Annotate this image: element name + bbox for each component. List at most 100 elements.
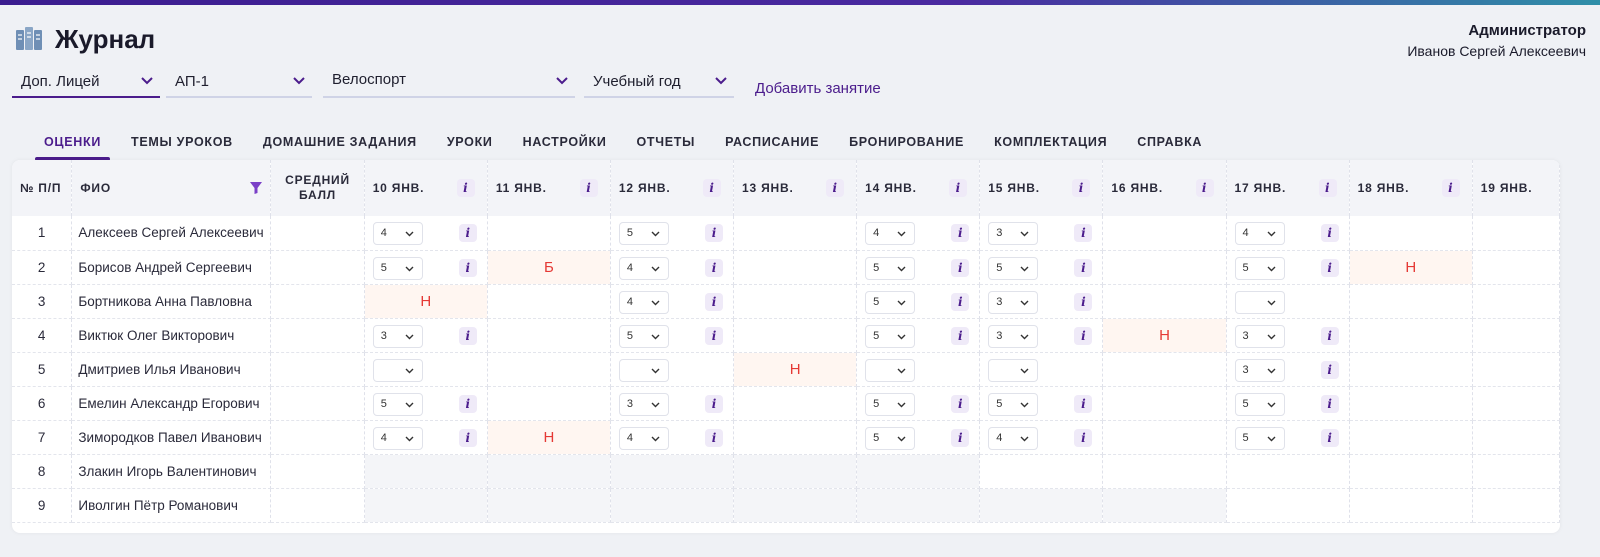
empty-cell[interactable] — [1349, 454, 1473, 489]
grade-select[interactable]: 4 — [372, 222, 423, 245]
absence-cell[interactable]: Н — [1102, 318, 1227, 353]
filter-icon[interactable] — [250, 182, 263, 194]
empty-cell[interactable] — [1349, 386, 1473, 421]
tab-0[interactable]: ОЦЕНКИ — [35, 132, 111, 161]
grade-select[interactable]: 4 — [618, 426, 669, 450]
grade-select[interactable] — [618, 358, 669, 382]
grade-select[interactable]: 5 — [865, 426, 916, 450]
info-icon[interactable]: i — [949, 179, 968, 197]
absence-cell[interactable]: Н — [487, 420, 611, 455]
empty-cell[interactable] — [1226, 488, 1350, 523]
grade-select[interactable]: 4 — [1234, 222, 1285, 245]
grade-cell[interactable]: 5i — [856, 420, 981, 455]
grade-select[interactable]: 5 — [618, 324, 669, 348]
info-icon[interactable]: i — [1074, 394, 1093, 413]
grade-cell[interactable]: 4i — [364, 420, 488, 455]
info-icon[interactable]: i — [951, 224, 970, 242]
info-icon[interactable]: i — [1074, 292, 1093, 311]
tab-4[interactable]: НАСТРОЙКИ — [514, 132, 616, 160]
grade-select[interactable]: 3 — [372, 324, 423, 348]
student-name[interactable]: Виктюк Олег Викторович — [71, 318, 272, 353]
empty-cell[interactable] — [1472, 352, 1560, 387]
grade-cell[interactable]: 3i — [979, 216, 1104, 251]
empty-cell[interactable] — [1102, 216, 1227, 251]
info-icon[interactable]: i — [458, 394, 477, 413]
info-icon[interactable]: i — [826, 179, 845, 197]
empty-cell[interactable] — [1349, 352, 1473, 387]
grade-select[interactable]: 4 — [618, 290, 669, 314]
grade-select[interactable]: 5 — [1234, 392, 1285, 416]
grade-select[interactable]: 4 — [618, 256, 669, 280]
grade-cell[interactable]: 5i — [856, 386, 981, 421]
tab-3[interactable]: УРОКИ — [438, 132, 502, 160]
student-name[interactable]: Борисов Андрей Сергеевич — [71, 250, 272, 285]
school-select[interactable]: Доп. Лицей — [12, 66, 160, 98]
info-icon[interactable]: i — [951, 258, 970, 277]
info-icon[interactable]: i — [951, 394, 970, 413]
student-name[interactable]: Злакин Игорь Валентинович — [71, 454, 272, 489]
grade-select[interactable]: 3 — [988, 324, 1039, 348]
student-name[interactable]: Емелин Александр Егорович — [71, 386, 272, 421]
empty-cell[interactable] — [1102, 420, 1227, 455]
empty-cell[interactable] — [1102, 454, 1227, 489]
empty-cell[interactable] — [1472, 284, 1560, 319]
grade-select[interactable]: 5 — [865, 324, 916, 348]
grade-cell[interactable]: 5i — [364, 250, 488, 285]
grade-cell[interactable]: 4i — [610, 284, 735, 319]
empty-cell[interactable] — [1349, 420, 1473, 455]
grade-cell[interactable]: 5i — [364, 386, 488, 421]
empty-cell[interactable] — [1102, 250, 1227, 285]
grade-cell[interactable]: 3i — [979, 284, 1104, 319]
empty-cell[interactable] — [487, 352, 611, 387]
grade-select[interactable] — [988, 358, 1039, 382]
grade-cell[interactable]: 4i — [610, 420, 735, 455]
year-select[interactable]: Учебный год — [584, 66, 734, 98]
empty-cell[interactable] — [1472, 488, 1560, 523]
grade-select[interactable]: 5 — [372, 392, 423, 416]
student-name[interactable]: Бортникова Анна Павловна — [71, 284, 272, 319]
info-icon[interactable]: i — [705, 326, 724, 345]
tab-1[interactable]: ТЕМЫ УРОКОВ — [122, 132, 242, 160]
info-icon[interactable]: i — [1441, 179, 1460, 197]
student-name[interactable]: Алексеев Сергей Алексеевич — [71, 216, 272, 251]
info-icon[interactable]: i — [458, 326, 477, 345]
grade-cell[interactable]: 5i — [610, 216, 735, 251]
empty-cell[interactable] — [1349, 284, 1473, 319]
info-icon[interactable]: i — [458, 258, 477, 277]
grade-cell[interactable] — [856, 352, 981, 387]
grade-cell[interactable] — [364, 352, 488, 387]
user-name[interactable]: Иванов Сергей Алексеевич — [1407, 43, 1586, 59]
grade-cell[interactable]: 5i — [1226, 250, 1350, 285]
absence-cell[interactable]: Б — [487, 250, 611, 285]
grade-select[interactable] — [865, 358, 916, 382]
grade-select[interactable]: 4 — [865, 222, 916, 245]
info-icon[interactable]: i — [1320, 360, 1339, 379]
grade-cell[interactable] — [979, 352, 1104, 387]
grade-cell[interactable]: 3i — [610, 386, 735, 421]
info-icon[interactable]: i — [1072, 179, 1091, 197]
info-icon[interactable]: i — [1074, 224, 1093, 242]
grade-select[interactable] — [1234, 290, 1285, 314]
info-icon[interactable]: i — [1074, 258, 1093, 277]
empty-cell[interactable] — [1102, 352, 1227, 387]
info-icon[interactable]: i — [456, 179, 475, 197]
empty-cell[interactable] — [1472, 250, 1560, 285]
empty-cell[interactable] — [1349, 216, 1473, 251]
grade-select[interactable]: 5 — [988, 256, 1039, 280]
info-icon[interactable]: i — [951, 428, 970, 447]
grade-select[interactable]: 4 — [372, 426, 423, 450]
empty-cell[interactable] — [733, 284, 858, 319]
empty-cell[interactable] — [733, 250, 858, 285]
grade-cell[interactable]: 5i — [979, 386, 1104, 421]
empty-cell[interactable] — [1102, 284, 1227, 319]
info-icon[interactable]: i — [1074, 428, 1093, 447]
empty-cell[interactable] — [733, 386, 858, 421]
tab-9[interactable]: СПРАВКА — [1128, 132, 1211, 160]
info-icon[interactable]: i — [705, 394, 724, 413]
empty-cell[interactable] — [487, 386, 611, 421]
empty-cell[interactable] — [487, 284, 611, 319]
info-icon[interactable]: i — [1320, 224, 1339, 242]
grade-cell[interactable]: 3i — [364, 318, 488, 353]
grade-cell[interactable]: 5i — [1226, 420, 1350, 455]
grade-cell[interactable]: 5i — [856, 250, 981, 285]
